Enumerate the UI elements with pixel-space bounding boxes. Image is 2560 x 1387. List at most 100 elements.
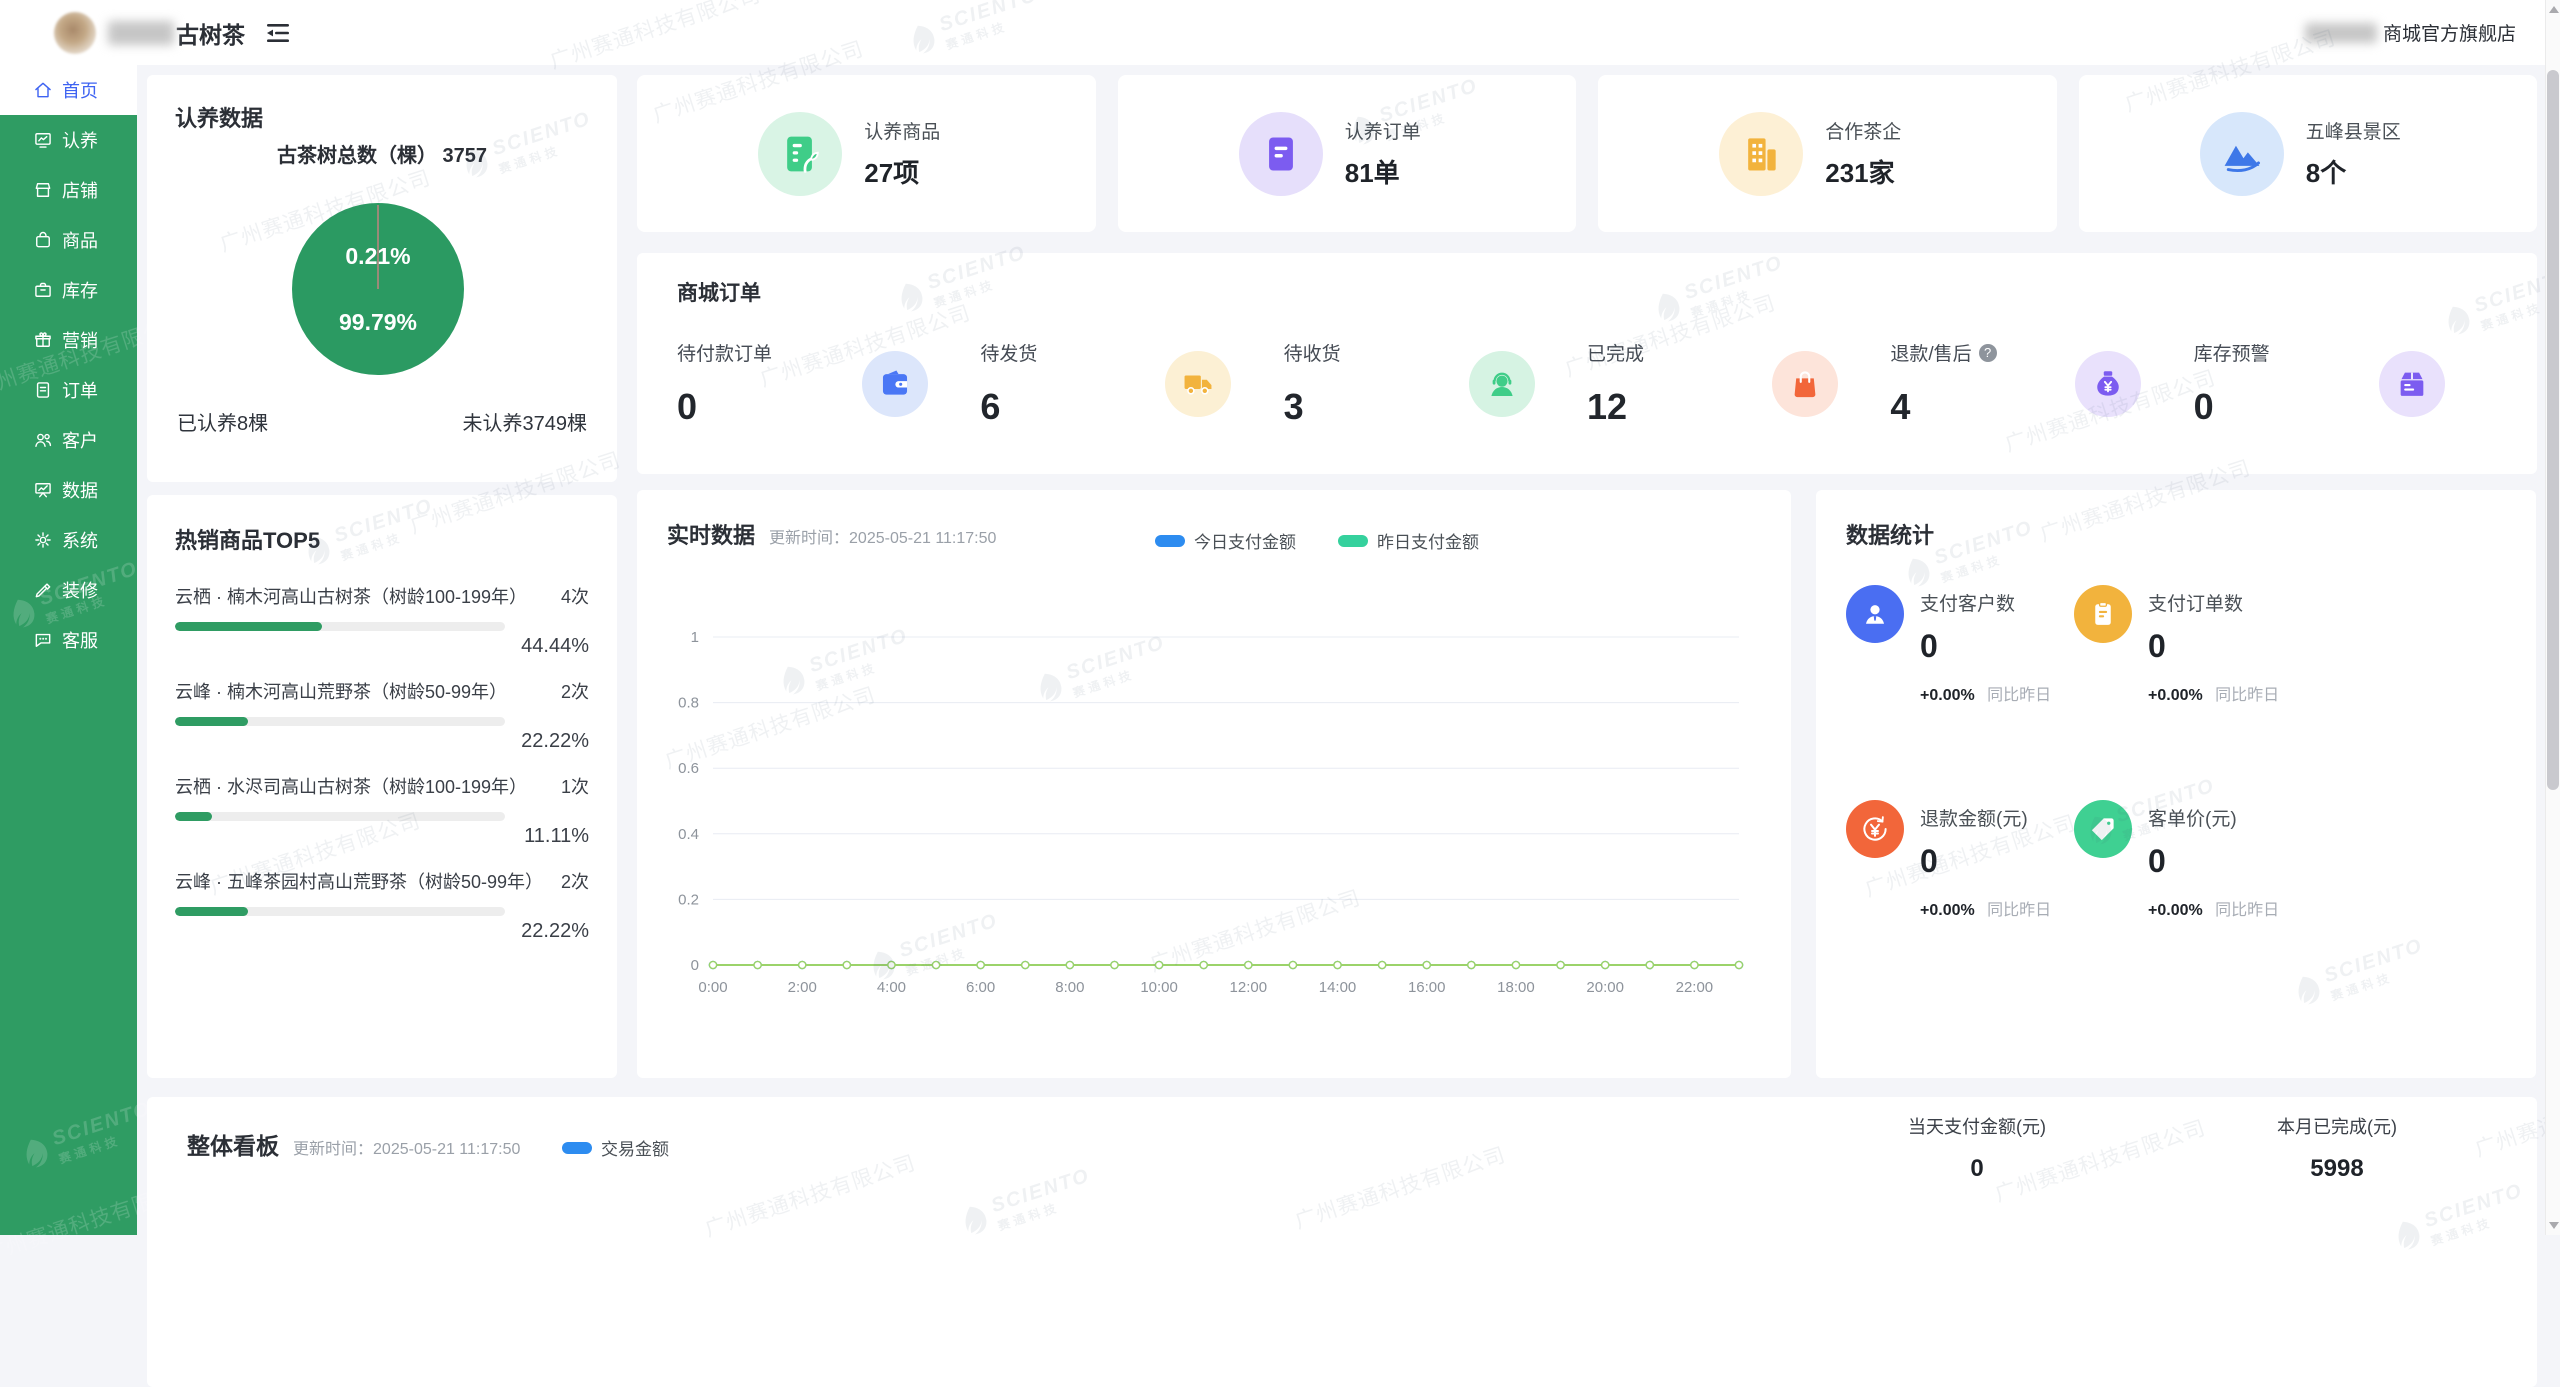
statistic-icon	[2074, 585, 2132, 643]
mall-order-value: 4	[1890, 386, 2193, 428]
scrollbar-thumb[interactable]	[2547, 70, 2559, 790]
stat-card-value: 81单	[1345, 153, 1455, 190]
stat-card-value: 27项	[864, 153, 974, 190]
adoption-data-card: 认养数据 古茶树总数（棵） 3757 0.21% 99.79% 已认养8棵 未认…	[147, 75, 617, 482]
scrollbar-up-arrow-icon[interactable]	[2549, 6, 2559, 13]
board-stat-value: 5998	[2197, 1155, 2477, 1183]
scrollbar[interactable]	[2545, 0, 2560, 1235]
mall-order-stat[interactable]: 库存预警 ? 0	[2194, 339, 2497, 449]
svg-text:6:00: 6:00	[966, 979, 995, 996]
mall-order-label: 库存预警 ?	[2194, 339, 2497, 366]
legend-pill-icon	[1338, 535, 1368, 547]
top5-item-percent: 22.22%	[175, 730, 589, 753]
sidebar-item[interactable]: 商品	[0, 215, 137, 265]
top5-item-count: 1次	[561, 773, 589, 799]
svg-text:14:00: 14:00	[1319, 979, 1357, 996]
stat-card-icon	[758, 112, 842, 196]
top5-bar-fill	[175, 907, 248, 916]
top5-item-name: 云栖 · 水浕司高山古树茶（树龄100-199年）	[175, 773, 527, 799]
sidebar-item[interactable]: 库存	[0, 265, 137, 315]
mall-order-stat[interactable]: 退款/售后 ? 4	[1890, 339, 2193, 449]
hot-goods-top5-card: 热销商品TOP5 云栖 · 楠木河高山古树茶（树龄100-199年） 4次 44…	[147, 495, 617, 1078]
mall-order-icon	[1165, 351, 1231, 417]
top5-item-name: 云峰 · 楠木河高山荒野茶（树龄50-99年）	[175, 678, 507, 704]
sidebar-item[interactable]: 营销	[0, 315, 137, 365]
sidebar-item[interactable]: 数据	[0, 465, 137, 515]
legend-item[interactable]: 昨日支付金额	[1338, 528, 1479, 553]
adopted-percentage: 0.21%	[292, 243, 464, 270]
stat-card-label: 五峰县景区	[2306, 117, 2416, 144]
sidebar: 首页 认养 店铺 商品 库存 营销 订单 客户 数据 系统	[0, 65, 137, 1235]
statistic-item: 支付订单数 0 +0.00% 同比昨日	[2074, 585, 2279, 705]
stat-card-label: 合作茶企	[1825, 117, 1935, 144]
mall-order-value: 12	[1587, 386, 1890, 428]
svg-text:18:00: 18:00	[1497, 979, 1535, 996]
mall-order-icon	[1772, 351, 1838, 417]
mall-order-stat[interactable]: 待发货 ? 6	[980, 339, 1283, 449]
sidebar-item[interactable]: 首页	[0, 65, 137, 115]
help-icon[interactable]: ?	[1979, 344, 1997, 362]
sidebar-item-icon	[33, 530, 53, 550]
statistic-delta: +0.00% 同比昨日	[1920, 896, 2051, 920]
brand-logo-avatar	[54, 12, 96, 54]
legend-item[interactable]: 今日支付金额	[1155, 528, 1296, 553]
sidebar-item-label: 首页	[62, 77, 98, 103]
top5-bar-track	[175, 812, 505, 821]
statistic-value: 0	[1920, 628, 2051, 665]
sidebar-item-label: 客服	[62, 627, 98, 653]
realtime-update-time: 更新时间：2025-05-21 11:17:50	[769, 524, 996, 548]
realtime-data-card: 实时数据 更新时间：2025-05-21 11:17:50 今日支付金额 昨日支…	[637, 490, 1791, 1078]
sidebar-item-icon	[33, 330, 53, 350]
legend-item[interactable]: 交易金额	[562, 1135, 669, 1160]
sidebar-item-icon	[33, 580, 53, 600]
sidebar-item-label: 认养	[62, 127, 98, 153]
sidebar-collapse-icon[interactable]	[265, 22, 291, 44]
mall-order-stat[interactable]: 已完成 ? 12	[1587, 339, 1890, 449]
svg-text:0.6: 0.6	[678, 760, 699, 777]
mall-order-stat[interactable]: 待收货 ? 3	[1284, 339, 1587, 449]
stat-card-label: 认养订单	[1345, 117, 1455, 144]
svg-text:8:00: 8:00	[1055, 979, 1084, 996]
top5-item: 云栖 · 楠木河高山古树茶（树龄100-199年） 4次 44.44%	[175, 583, 589, 658]
sidebar-item[interactable]: 订单	[0, 365, 137, 415]
sidebar-item-label: 装修	[62, 577, 98, 603]
redacted-store-prefix	[2305, 23, 2377, 43]
sidebar-item[interactable]: 客服	[0, 615, 137, 665]
mall-order-label: 待发货 ?	[980, 339, 1283, 366]
legend-label: 昨日支付金额	[1377, 528, 1479, 553]
mall-order-icon	[2379, 351, 2445, 417]
statistic-value: 0	[1920, 843, 2051, 880]
sidebar-item[interactable]: 认养	[0, 115, 137, 165]
svg-text:2:00: 2:00	[788, 979, 817, 996]
stat-card: 合作茶企 231家	[1598, 75, 2057, 232]
sidebar-item-icon	[33, 130, 53, 150]
svg-text:1: 1	[691, 629, 699, 646]
dashboard-page: { "topbar": { "brand_suffix": "古树茶", "st…	[0, 0, 2560, 1235]
sidebar-item[interactable]: 系统	[0, 515, 137, 565]
sidebar-item-label: 库存	[62, 277, 98, 303]
mall-order-stat[interactable]: 待付款订单 ? 0	[677, 339, 980, 449]
svg-text:0.8: 0.8	[678, 695, 699, 712]
stat-cards-row: 认养商品 27项 认养订单 81单 合作茶企 231家 五峰县景区 8个	[637, 75, 2537, 232]
sidebar-item-label: 商品	[62, 227, 98, 253]
statistic-delta: +0.00% 同比昨日	[2148, 896, 2279, 920]
svg-text:22:00: 22:00	[1676, 979, 1714, 996]
store-name: 商城官方旗舰店	[2383, 19, 2516, 46]
sidebar-item[interactable]: 装修	[0, 565, 137, 615]
scrollbar-down-arrow-icon[interactable]	[2549, 1222, 2559, 1229]
sidebar-item-label: 营销	[62, 327, 98, 353]
board-stat-label: 当天支付金额(元)	[1837, 1113, 2117, 1139]
top5-item-count: 4次	[561, 583, 589, 609]
sidebar-item[interactable]: 店铺	[0, 165, 137, 215]
top5-item: 云栖 · 水浕司高山古树茶（树龄100-199年） 1次 11.11%	[175, 773, 589, 848]
mall-order-label: 退款/售后 ?	[1890, 339, 2193, 366]
legend-label: 交易金额	[601, 1135, 669, 1160]
svg-text:20:00: 20:00	[1586, 979, 1624, 996]
sidebar-item-icon	[33, 180, 53, 200]
statistic-label: 支付订单数	[2148, 589, 2279, 616]
stat-card: 五峰县景区 8个	[2079, 75, 2538, 232]
sidebar-item[interactable]: 客户	[0, 415, 137, 465]
mall-order-icon	[2075, 351, 2141, 417]
statistic-icon	[2074, 800, 2132, 858]
stat-card-icon	[1719, 112, 1803, 196]
